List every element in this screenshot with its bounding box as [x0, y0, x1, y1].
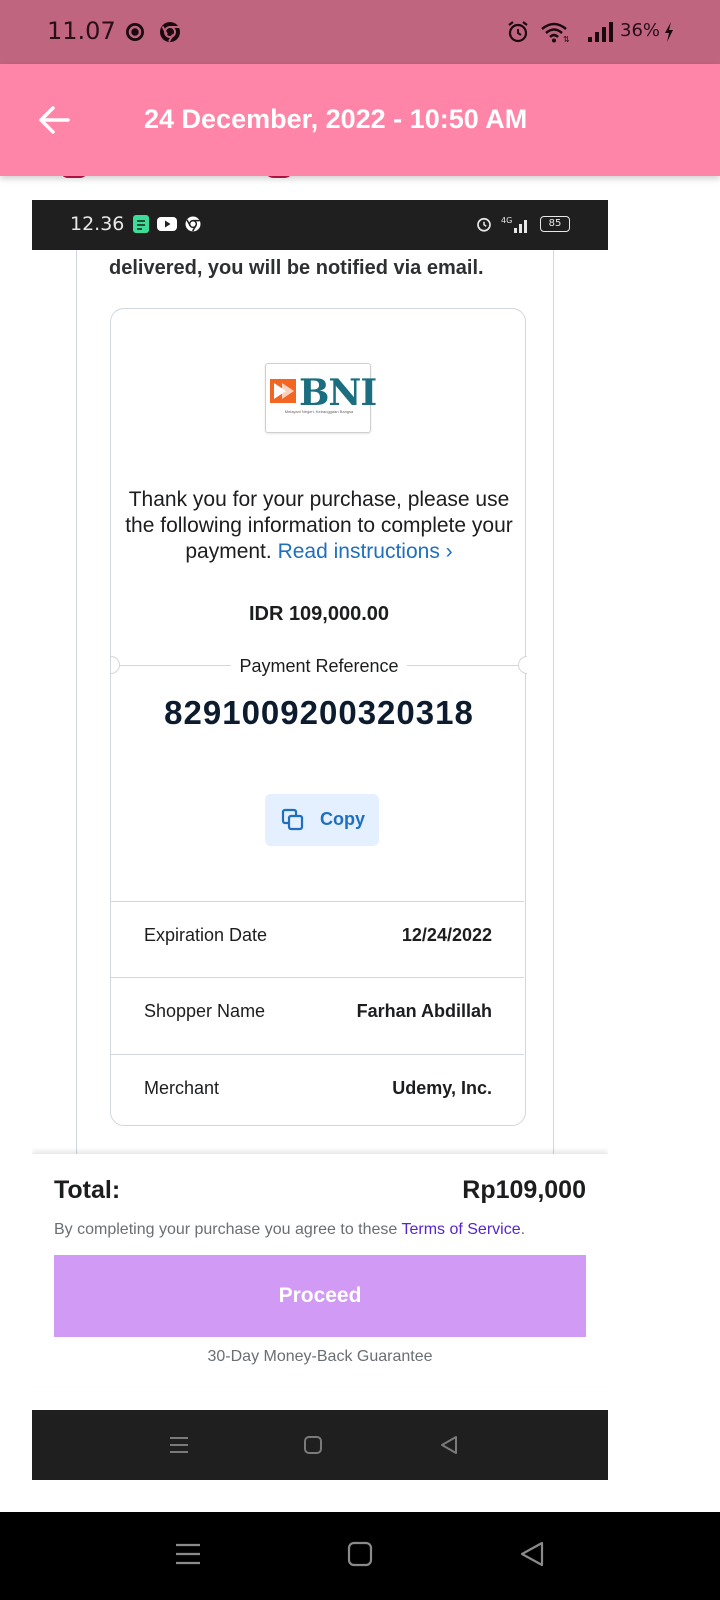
bni-logo-mark-icon [270, 379, 296, 403]
money-back-guarantee: 30-Day Money-Back Guarantee [207, 1348, 433, 1365]
total-value: Rp109,000 [462, 1176, 586, 1204]
detail-value: 12/24/2022 [401, 925, 492, 945]
alarm-icon [477, 217, 491, 232]
row-divider [111, 977, 524, 978]
payment-reference-label: Payment Reference [239, 656, 399, 676]
signal-4g-icon: 4G [501, 216, 527, 233]
svg-text:4G: 4G [501, 216, 512, 225]
copy-button[interactable]: Copy [265, 794, 379, 846]
signal-icon [588, 22, 613, 42]
inner-battery-icon: 85 [540, 216, 570, 232]
arrow-left-icon [39, 106, 70, 134]
home-icon [304, 1436, 322, 1454]
bank-logo: BNI Melayani Negeri, Kebanggaan Bangsa [265, 363, 377, 433]
chrome-icon [185, 216, 201, 232]
inner-navigation-bar [32, 1410, 608, 1480]
detail-label: Expiration Date [144, 925, 268, 945]
charging-icon [665, 22, 673, 42]
back-triangle-icon [441, 1436, 457, 1454]
copy-icon [281, 808, 304, 831]
app-bar: 24 December, 2022 - 10:50 AM [0, 64, 720, 176]
row-divider [111, 1054, 524, 1055]
chrome-icon [160, 22, 180, 42]
status-time: 11.07 [47, 17, 116, 45]
checkout-panel: Total: Rp109,000 By completing your purc… [32, 1154, 608, 1386]
menu-icon [170, 1437, 188, 1453]
navigation-bar [0, 1512, 720, 1600]
app-notification-icon [133, 215, 149, 233]
terms-text: By completing your purchase you agree to… [54, 1221, 526, 1238]
copy-button-label: Copy [320, 809, 365, 829]
inner-status-time: 12.36 [70, 213, 125, 235]
back-triangle-icon[interactable] [518, 1540, 546, 1568]
terms-of-service-link[interactable]: Terms of Service [401, 1221, 520, 1238]
payment-card: BNI Melayani Negeri, Kebanggaan Bangsa T… [110, 308, 527, 1126]
read-instructions-link[interactable]: Read instructions › [278, 540, 453, 563]
bank-logo-tagline: Melayani Negeri, Kebanggaan Bangsa [284, 409, 354, 414]
payment-amount: IDR 109,000.00 [248, 603, 390, 625]
payment-reference-number: 8291009200320318 [164, 694, 474, 731]
detail-label: Shopper Name [144, 1001, 266, 1021]
svg-text:⇅: ⇅ [563, 35, 570, 44]
embedded-screenshot: 12.36 4G 85 delivered, you will be notif… [32, 200, 608, 1480]
youtube-icon [157, 217, 177, 231]
detail-value: Farhan Abdillah [356, 1001, 492, 1021]
payment-instructions-text: Thank you for your purchase, please use … [125, 488, 513, 563]
detail-value: Udemy, Inc. [392, 1078, 492, 1098]
total-label: Total: [54, 1176, 121, 1204]
detail-label: Merchant [144, 1078, 220, 1098]
alarm-icon [508, 21, 528, 43]
menu-icon[interactable] [174, 1540, 202, 1568]
bank-logo-text: BNI [299, 372, 377, 414]
delivery-notice: delivered, you will be notified via emai… [109, 257, 484, 279]
battery-percentage: 36% [620, 20, 661, 41]
page-title: 24 December, 2022 - 10:50 AM [144, 104, 528, 134]
home-icon[interactable] [346, 1540, 374, 1568]
row-divider [111, 901, 524, 902]
back-button[interactable] [26, 92, 82, 148]
inner-status-bar: 12.36 4G 85 [32, 200, 608, 250]
proceed-button[interactable]: Proceed [54, 1255, 586, 1337]
target-icon [126, 23, 144, 41]
wifi-icon: ⇅ [541, 22, 570, 44]
status-bar: 11.07 ⇅ 36% [0, 0, 720, 64]
